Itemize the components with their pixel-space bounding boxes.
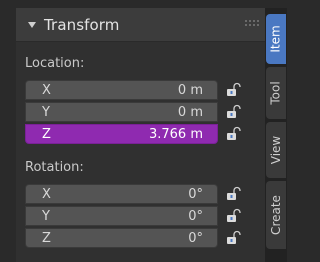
axis-label: Z [42, 127, 51, 142]
rotation-z-field[interactable]: Z 0° [25, 228, 218, 248]
location-z-field[interactable]: Z 3.766 m [25, 124, 218, 144]
location-label: Location: [25, 56, 85, 71]
field-value: 0° [188, 209, 203, 224]
unlock-icon[interactable] [225, 82, 241, 98]
axis-label: Y [42, 209, 50, 224]
drag-handle-icon[interactable] [245, 20, 259, 26]
field-value: 3.766 m [148, 127, 203, 142]
sidebar-tabs: Item Tool View Create [265, 8, 287, 262]
tab-view[interactable]: View [266, 122, 286, 178]
tab-label: Create [269, 195, 283, 235]
axis-label: Y [42, 105, 50, 120]
unlock-icon[interactable] [225, 230, 241, 246]
axis-label: Z [42, 231, 51, 246]
panel-title: Transform [44, 15, 120, 34]
transform-panel: Transform Location: X 0 m Y 0 m Z 3.766 … [16, 8, 265, 262]
tab-tool[interactable]: Tool [266, 67, 286, 119]
axis-label: X [42, 187, 51, 202]
rotation-label: Rotation: [25, 160, 84, 175]
field-value: 0 m [177, 83, 203, 98]
field-value: 0 m [177, 105, 203, 120]
unlock-icon[interactable] [225, 126, 241, 142]
rotation-x-field[interactable]: X 0° [25, 184, 218, 204]
panel-header[interactable]: Transform [16, 8, 265, 42]
axis-label: X [42, 83, 51, 98]
field-value: 0° [188, 231, 203, 246]
tab-create[interactable]: Create [266, 181, 286, 249]
location-y-field[interactable]: Y 0 m [25, 102, 218, 122]
caret-down-icon[interactable] [26, 19, 38, 31]
location-x-field[interactable]: X 0 m [25, 80, 218, 100]
tab-item[interactable]: Item [266, 14, 286, 64]
unlock-icon[interactable] [225, 186, 241, 202]
field-value: 0° [188, 187, 203, 202]
tab-label: Item [269, 25, 284, 53]
tab-label: Tool [269, 81, 283, 105]
unlock-icon[interactable] [225, 104, 241, 120]
rotation-y-field[interactable]: Y 0° [25, 206, 218, 226]
unlock-icon[interactable] [225, 208, 241, 224]
tab-label: View [269, 135, 284, 165]
